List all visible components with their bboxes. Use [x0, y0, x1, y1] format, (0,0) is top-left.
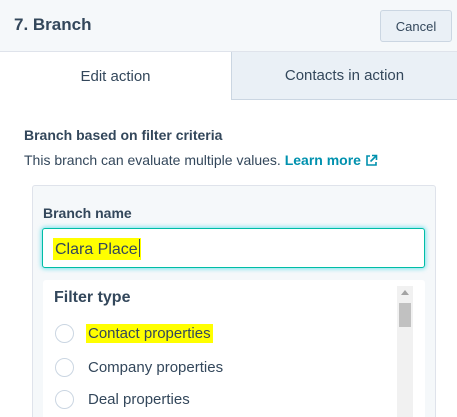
external-link-icon	[365, 154, 378, 170]
tab-bar: Edit action Contacts in action	[0, 52, 457, 100]
section-heading: Branch based on filter criteria	[24, 127, 223, 143]
filter-option-company-properties[interactable]: Company properties	[55, 355, 225, 379]
filter-option-deal-properties[interactable]: Deal properties	[55, 387, 192, 411]
filter-scrollbar[interactable]	[397, 286, 413, 417]
branch-name-text: Clara Place	[55, 241, 138, 258]
tab-contacts-in-action[interactable]: Contacts in action	[231, 52, 457, 100]
radio-button[interactable]	[55, 389, 74, 409]
panel-header: 7. Branch Cancel	[0, 0, 457, 52]
radio-button[interactable]	[55, 323, 74, 343]
filter-type-title: Filter type	[54, 289, 131, 306]
filter-option-label: Contact properties	[86, 323, 213, 343]
scroll-up-arrow-icon[interactable]	[401, 290, 409, 295]
radio-button[interactable]	[55, 357, 74, 377]
panel-title: 7. Branch	[14, 15, 92, 34]
filter-type-panel: Filter type Contact properties Company p…	[43, 280, 425, 417]
branch-name-input[interactable]: Clara Place	[42, 228, 425, 268]
scrollbar-thumb[interactable]	[399, 303, 411, 327]
description-text: This branch can evaluate multiple values…	[24, 152, 281, 168]
tab-edit-action[interactable]: Edit action	[0, 52, 231, 100]
learn-more-label: Learn more	[284, 152, 361, 168]
cancel-button[interactable]: Cancel	[380, 10, 452, 42]
learn-more-link[interactable]: Learn more	[285, 152, 378, 168]
branch-name-label: Branch name	[43, 205, 132, 221]
section-description: This branch can evaluate multiple values…	[24, 152, 378, 170]
filter-option-contact-properties[interactable]: Contact properties	[55, 321, 213, 345]
branch-name-value: Clara Place	[53, 238, 141, 260]
filter-option-label: Company properties	[88, 358, 224, 376]
filter-option-label: Deal properties	[88, 390, 190, 408]
text-caret	[138, 239, 140, 257]
